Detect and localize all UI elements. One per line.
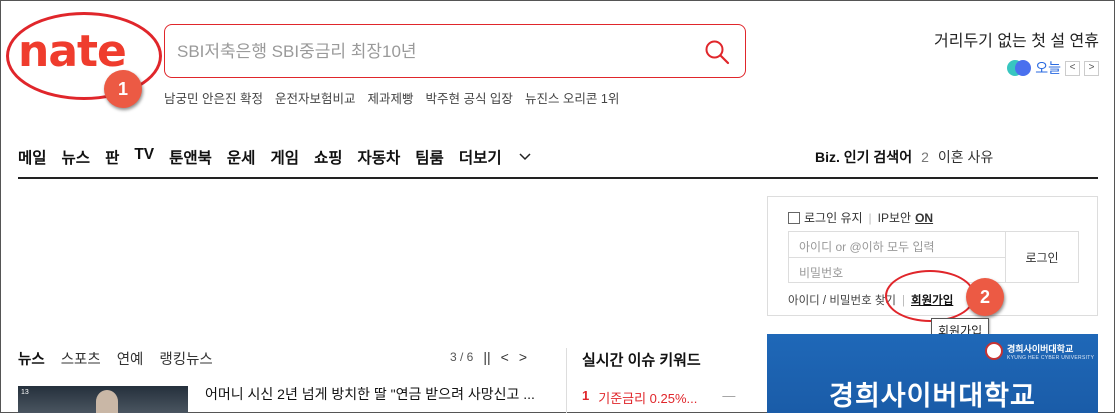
today-label[interactable]: 오늘 (1035, 58, 1061, 78)
nav-item-game[interactable]: 게임 (270, 146, 299, 168)
id-field[interactable]: 아이디 or @이하 모두 입력 (788, 231, 1006, 257)
tab-sports[interactable]: 스포츠 (61, 348, 101, 369)
nav-item-toon[interactable]: 툰앤북 (169, 146, 212, 168)
nav-item-shopping[interactable]: 쇼핑 (314, 146, 343, 168)
next-arrow-button[interactable]: > (1084, 60, 1099, 76)
news-thumbnail[interactable]: 13 (18, 386, 188, 413)
news-prev-button[interactable]: < (501, 349, 509, 365)
annotation-marker-1: 1 (104, 70, 142, 108)
thumb-figure (96, 390, 118, 413)
biz-label: Biz. 인기 검색어 (815, 149, 913, 165)
realtime-keywords-title: 실시간 이슈 키워드 (582, 352, 701, 369)
find-account-link[interactable]: 아이디 / 비밀번호 찾기 (788, 292, 896, 308)
login-button[interactable]: 로그인 (1005, 231, 1079, 283)
main-nav: 메일 뉴스 판 TV 툰앤북 운세 게임 쇼핑 자동차 팀룸 더보기 (18, 146, 546, 168)
promo-text[interactable]: 거리두기 없는 첫 설 연휴 (934, 27, 1099, 51)
page-indicator: 3 / 6 (450, 350, 474, 364)
keep-login-checkbox[interactable] (788, 211, 800, 224)
nav-divider (18, 177, 1098, 179)
biz-popular-search: Biz. 인기 검색어 2 이혼 사유 (815, 147, 993, 167)
nav-item-fortune[interactable]: 운세 (227, 146, 256, 168)
nav-item-teamroom[interactable]: 팀룸 (415, 146, 444, 168)
prev-arrow-button[interactable]: < (1065, 60, 1080, 76)
keep-login-label[interactable]: 로그인 유지 (804, 209, 863, 226)
keyword-trend: — (722, 388, 736, 403)
news-pager: 3 / 6 || < > (450, 349, 527, 365)
biz-rank: 2 (921, 149, 929, 165)
trending-item[interactable]: 제과제빵 (367, 88, 413, 107)
tab-entertainment[interactable]: 연예 (117, 348, 144, 369)
today-toggle-icon[interactable] (1007, 60, 1032, 76)
news-headline[interactable]: 어머니 시신 2년 넘게 방치한 딸 "연금 받으려 사망신고 ... (205, 384, 535, 404)
biz-keyword[interactable]: 이혼 사유 (938, 147, 993, 167)
nav-item-tv[interactable]: TV (134, 146, 154, 168)
ad-banner[interactable]: 경희사이버대학교 KYUNG HEE CYBER UNIVERSITY 경희사이… (767, 334, 1098, 413)
university-emblem-icon (985, 342, 1003, 360)
nav-item-more[interactable]: 더보기 (459, 146, 531, 168)
column-divider (566, 348, 567, 413)
ad-title: 경희사이버대학교 (829, 381, 1036, 411)
trending-item[interactable]: 남궁민 안은진 확정 (164, 88, 263, 107)
search-icon[interactable] (703, 38, 731, 66)
trending-keywords: 남궁민 안은진 확정 운전자보험비교 제과제빵 박주현 공식 입장 뉴진스 오리… (164, 88, 619, 107)
separator: | (868, 210, 872, 225)
ip-security-label: IP보안 (877, 211, 912, 225)
login-options: 로그인 유지 | IP보안 ON (788, 209, 933, 226)
tab-news[interactable]: 뉴스 (18, 348, 45, 369)
trending-item[interactable]: 운전자보험비교 (275, 88, 356, 107)
nav-item-car[interactable]: 자동차 (358, 146, 401, 168)
nav-item-mail[interactable]: 메일 (18, 146, 47, 168)
news-tabs: 뉴스 스포츠 연예 랭킹뉴스 (18, 348, 213, 369)
search-box[interactable] (164, 24, 746, 78)
keyword-rank: 1 (582, 388, 590, 403)
chevron-down-icon (519, 153, 531, 161)
annotation-marker-2: 2 (966, 278, 1004, 316)
ip-security-toggle[interactable]: ON (915, 211, 933, 225)
today-widget: 오늘 < > (1007, 58, 1099, 78)
thumb-number: 13 (21, 389, 29, 396)
annotation-ring-signup (885, 270, 975, 322)
search-input[interactable] (177, 40, 677, 64)
trending-item[interactable]: 박주현 공식 입장 (425, 88, 512, 107)
ad-brand: 경희사이버대학교 (1007, 344, 1074, 354)
news-next-button[interactable]: > (519, 349, 527, 365)
keyword-text: 기준금리 0.25%... (598, 391, 698, 406)
pause-button[interactable]: || (483, 349, 490, 365)
trending-item[interactable]: 뉴진스 오리콘 1위 (525, 88, 619, 107)
nav-item-pan[interactable]: 판 (105, 146, 119, 168)
realtime-keyword-item[interactable]: 1 기준금리 0.25%... — (582, 388, 735, 407)
tab-ranking-news[interactable]: 랭킹뉴스 (159, 348, 212, 369)
nav-item-news[interactable]: 뉴스 (62, 146, 91, 168)
nav-more-label: 더보기 (458, 150, 502, 167)
ad-brand-sub: KYUNG HEE CYBER UNIVERSITY (1007, 355, 1095, 361)
